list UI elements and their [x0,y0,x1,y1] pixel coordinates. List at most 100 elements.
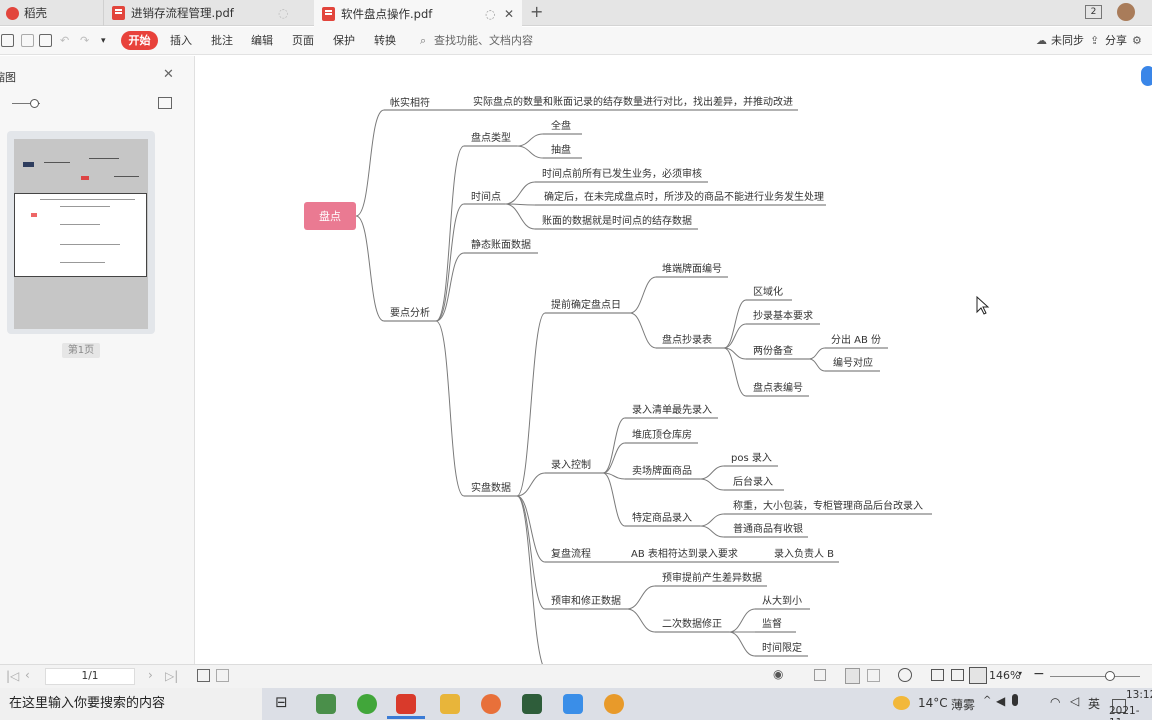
zoom-slider-track[interactable] [1050,676,1140,677]
thumbnail-line [60,262,105,263]
thumbnail-line [60,244,120,245]
weather-desc[interactable]: 薄雾 [951,696,975,713]
page-number-input[interactable]: 1/1 [45,668,135,685]
thumbnail-line [40,199,135,200]
gear-icon[interactable]: ⚙ [1132,27,1142,55]
tray-expand-icon[interactable]: ^ [983,695,991,706]
menu-protect[interactable]: 保护 [333,27,355,55]
status-bar: |◁ ‹ 1/1 › ▷| ◉ 146% ▾ − [0,664,1152,688]
share-icon[interactable]: ⇪ [1090,27,1099,55]
image-icon[interactable] [158,97,172,109]
mindmap-branch [723,347,747,397]
tab-label: 软件盘点操作.pdf [341,6,433,21]
mindmap-node: 账面的数据就是时间点的结存数据 [542,214,692,227]
single-page-icon[interactable] [814,669,826,681]
clock-date[interactable]: 2021-11- [1109,705,1152,720]
tab-close-icon[interactable]: ✕ [504,7,514,21]
thumbnail-node [23,162,34,167]
tab-label: 进销存流程管理.pdf [131,6,234,20]
fit-page-icon[interactable] [197,669,210,682]
tab-daoke[interactable]: 稻壳 [6,0,101,26]
mindmap-node: 称重，大小包装，专柜管理商品后台改录入 [733,499,923,512]
mindmap-node: 特定商品录入 [632,511,692,524]
menu-insert[interactable]: 插入 [170,27,192,55]
share-button[interactable]: 分享 [1105,27,1127,55]
mindmap-branch [728,631,756,657]
zoom-dropdown-icon[interactable]: ▾ [1018,669,1022,678]
app-manager-icon[interactable] [316,694,336,714]
zoom-level[interactable]: 146% [989,669,1020,682]
mindmap-branch [516,145,544,159]
mindmap-branch [808,347,826,360]
mindmap-branch [728,608,756,633]
print-icon[interactable] [39,34,52,47]
assistant-float-icon[interactable] [1141,66,1152,86]
wifi-icon[interactable]: ◠ [1050,695,1060,709]
search-icon[interactable]: ⌕ [420,27,426,55]
mindmap-branch [602,472,626,480]
first-page-icon[interactable]: |◁ [6,669,19,683]
window-count-badge[interactable]: 2 [1085,5,1102,19]
start-tab-button[interactable]: 开始 [121,31,158,50]
avatar[interactable] [1117,3,1135,21]
mindmap-branch [504,181,536,205]
microphone-icon[interactable] [1012,694,1018,706]
thumbnail-line [89,158,119,159]
clock-time[interactable]: 13:12 [1126,689,1152,701]
new-tab-button[interactable]: + [530,2,543,21]
next-page-icon[interactable]: › [148,668,153,682]
menu-edit[interactable]: 编辑 [251,27,273,55]
task-view-icon[interactable]: ⊟ [275,693,288,711]
taskbar-search-input[interactable]: 在这里输入你要搜索的内容 [0,688,262,720]
browser-icon[interactable] [481,694,501,714]
pdf-icon [112,6,125,20]
tab-pin-icon[interactable]: ◌ [278,6,288,20]
speaker-icon[interactable]: ◀ [996,694,1005,708]
menu-page[interactable]: 页面 [292,27,314,55]
zoom-slider-handle[interactable] [1105,671,1115,681]
eye-icon[interactable]: ◉ [773,667,783,681]
mindmap-node: 盘点抄录表 [662,333,712,346]
menu-annotate[interactable]: 批注 [211,27,233,55]
fit-width-icon[interactable] [216,669,229,682]
undo-icon[interactable]: ↶ [60,27,69,55]
tab-software-inventory[interactable]: 软件盘点操作.pdf ◌ ✕ [314,0,522,27]
browser-360-icon[interactable] [357,694,377,714]
media-app-icon[interactable] [604,694,624,714]
document-canvas[interactable]: 盘点 帐实相符 实际盘点的数量和账面记录的结存数量进行对比，找出差异，并推动改进… [196,56,1152,664]
mindmap-branch [723,299,747,349]
crop-view-icon[interactable] [969,667,987,684]
mindmap-branch [629,312,657,349]
wps-icon[interactable] [396,694,416,714]
sync-status[interactable]: 未同步 [1051,27,1084,55]
cloud-sync-icon[interactable]: ☁ [1036,27,1047,55]
double-page-icon[interactable] [867,669,880,682]
green-app-icon[interactable] [522,694,542,714]
search-input[interactable]: 查找功能、文档内容 [434,27,533,55]
close-icon[interactable]: ✕ [163,67,174,82]
menu-convert[interactable]: 转换 [374,27,396,55]
prev-page-icon[interactable]: ‹ [25,668,30,682]
actual-size-icon[interactable] [931,669,944,681]
redo-icon[interactable]: ↷ [80,27,89,55]
tab-jinxiaocun[interactable]: 进销存流程管理.pdf ◌ [103,0,313,26]
weather-icon[interactable] [893,696,910,710]
mindmap-node: 普通商品有收银 [733,522,803,535]
play-icon[interactable] [898,668,912,682]
ime-indicator[interactable]: 英 [1088,695,1100,712]
weather-temp[interactable]: 14°C [918,696,948,710]
chevron-down-icon[interactable]: ▾ [101,27,106,55]
save-icon[interactable] [21,34,34,47]
feishu-icon[interactable] [563,694,583,714]
continuous-page-icon[interactable] [845,668,860,684]
mindmap-branch [626,608,656,633]
fit-window-icon[interactable] [951,669,964,681]
file-explorer-icon[interactable] [440,694,460,714]
last-page-icon[interactable]: ▷| [165,669,178,683]
tab-pin-icon[interactable]: ◌ [485,7,495,21]
zoom-out-icon[interactable]: − [1033,666,1045,682]
volume-icon[interactable]: ◁ [1070,694,1079,708]
zoom-slider-handle[interactable] [30,99,39,108]
mindmap-branch [602,472,626,527]
open-file-icon[interactable] [1,34,14,47]
